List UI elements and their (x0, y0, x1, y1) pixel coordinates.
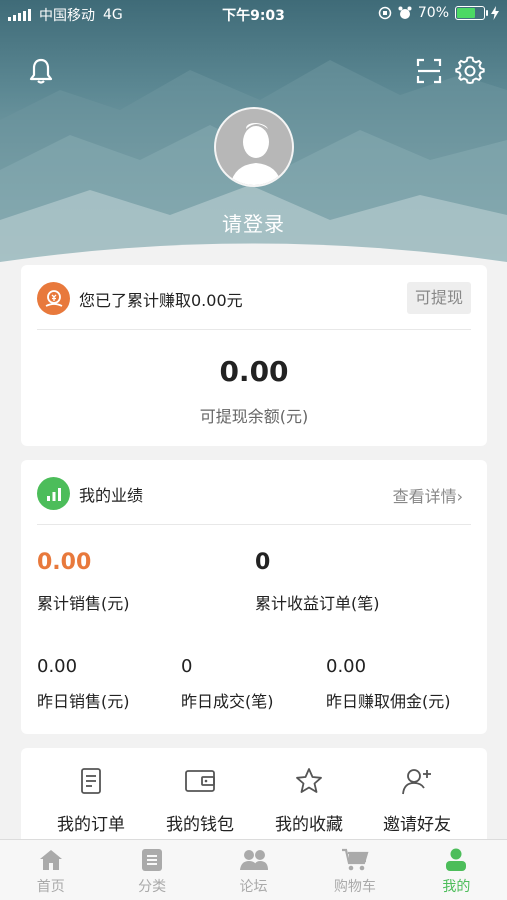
yesterday-sales-label: 昨日销售(元) (37, 692, 130, 711)
alarm-icon (398, 6, 412, 19)
total-sales-label: 累计销售(元) (37, 594, 130, 613)
my-orders-button[interactable]: 我的订单 (36, 766, 146, 835)
performance-card: 我的业绩 查看详情› 0.00 累计销售(元) 0 累计收益订单(笔) 0.00… (21, 460, 487, 734)
total-sales-value: 0.00 (37, 550, 92, 575)
people-icon (239, 850, 268, 870)
gear-icon (455, 56, 485, 84)
list-icon (142, 849, 163, 871)
orientation-lock-icon (378, 6, 392, 20)
home-icon (39, 850, 62, 870)
yesterday-deals-value: 0 (181, 656, 193, 677)
tab-mine[interactable]: 我的 (406, 840, 507, 900)
performance-title: 我的业绩 (79, 485, 144, 505)
tab-cart[interactable]: 购物车 (304, 840, 405, 900)
total-orders-label: 累计收益订单(笔) (255, 594, 380, 613)
my-wallet-label: 我的钱包 (166, 815, 234, 835)
invite-friends-label: 邀请好友 (383, 815, 451, 835)
tab-mine-label: 我的 (442, 879, 471, 895)
tab-home-label: 首页 (36, 879, 65, 895)
total-orders-value: 0 (255, 550, 271, 575)
login-link[interactable]: 请登录 (0, 208, 507, 237)
settings-button[interactable] (455, 56, 485, 86)
battery-percent: 70% (417, 5, 449, 21)
notification-button[interactable] (26, 56, 56, 86)
divider (37, 329, 471, 330)
my-orders-label: 我的订单 (57, 815, 125, 835)
view-details-link[interactable]: 查看详情› (393, 483, 463, 507)
tab-category[interactable]: 分类 (101, 840, 202, 900)
battery-icon (455, 6, 488, 20)
yesterday-deals-label: 昨日成交(笔) (181, 692, 274, 711)
tab-category-label: 分类 (138, 879, 167, 895)
order-icon (81, 768, 101, 794)
coin-hand-icon (37, 282, 70, 315)
charging-icon (491, 6, 499, 20)
star-icon (296, 768, 322, 793)
scan-icon (416, 58, 442, 84)
cart-icon (341, 848, 369, 871)
tab-cart-label: 购物车 (333, 879, 376, 895)
tab-forum[interactable]: 论坛 (203, 840, 304, 900)
view-details-label: 查看详情 (392, 487, 457, 506)
my-favorites-label: 我的收藏 (275, 815, 343, 835)
tab-forum-label: 论坛 (239, 879, 268, 895)
scan-button[interactable] (414, 56, 444, 86)
wallet-icon (185, 770, 215, 792)
withdrawable-balance: 0.00 (219, 355, 289, 388)
withdrawable-balance-label: 可提现余额(元) (199, 407, 309, 426)
chevron-right-icon: › (456, 487, 463, 506)
add-user-icon (402, 769, 431, 795)
yesterday-commission-label: 昨日赚取佣金(元) (326, 692, 451, 711)
yesterday-sales-value: 0.00 (37, 656, 78, 677)
status-bar: 中国移动 4G 下午9:03 70% (0, 0, 507, 28)
yesterday-commission-value: 0.00 (326, 656, 367, 677)
earnings-title: 您已了累计赚取0.00元 (79, 290, 243, 310)
my-wallet-button[interactable]: 我的钱包 (145, 766, 255, 835)
invite-friends-button[interactable]: 邀请好友 (362, 766, 472, 835)
bottom-tab-bar: 首页 分类 论坛 购物车 我的 (0, 839, 507, 900)
my-favorites-button[interactable]: 我的收藏 (254, 766, 364, 835)
bell-icon (29, 58, 53, 84)
avatar[interactable] (214, 107, 294, 187)
divider (37, 524, 471, 525)
withdraw-button[interactable]: 可提现 (406, 282, 471, 314)
person-icon (446, 848, 467, 871)
tab-home[interactable]: 首页 (0, 840, 101, 900)
bar-chart-icon (37, 477, 70, 510)
earnings-card: 您已了累计赚取0.00元 可提现 0.00 可提现余额(元) (21, 265, 487, 446)
quick-menu-card: 我的订单 我的钱包 我的收藏 邀请好友 (21, 748, 487, 848)
